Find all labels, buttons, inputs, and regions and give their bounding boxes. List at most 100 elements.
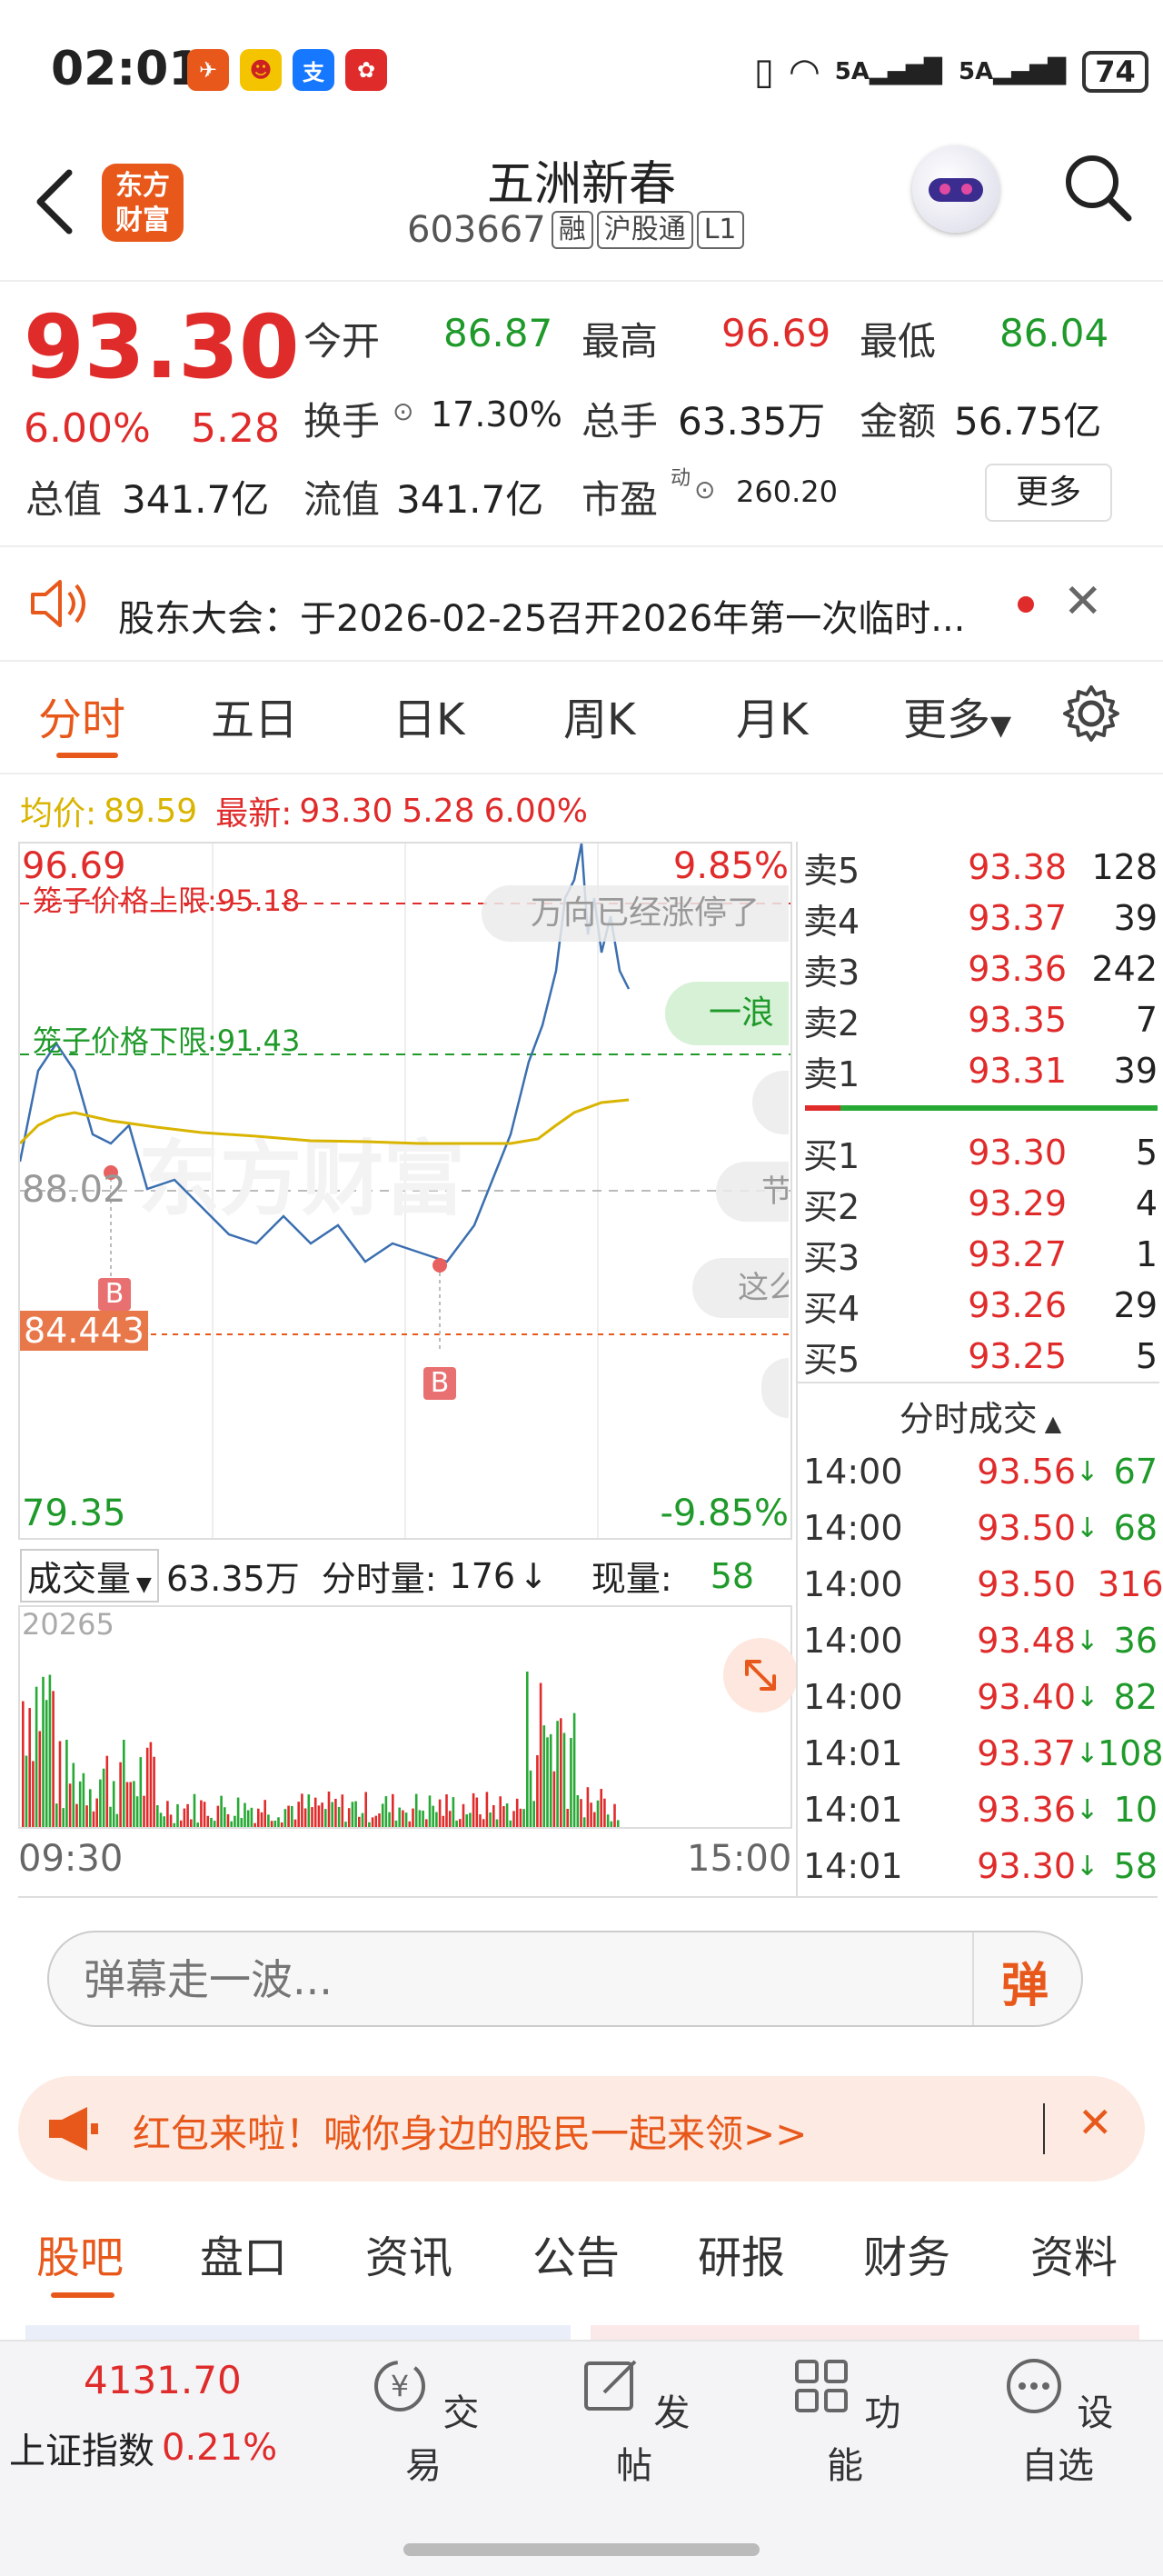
volume-bar (213, 1821, 216, 1827)
volume-bar (270, 1821, 273, 1827)
volume-bar (512, 1811, 515, 1827)
nav-functions[interactable]: 功能 (772, 2354, 918, 2489)
buy-marker[interactable]: B (98, 1278, 131, 1311)
comment-bubble[interactable]: 万向已经涨停了 (482, 885, 789, 942)
minute-volume-label: 分时量: (321, 1559, 437, 1599)
close-icon[interactable]: ✕ (1078, 2098, 1113, 2147)
tab-news[interactable]: 资讯 (365, 2222, 452, 2285)
tab-weekly-k[interactable]: 周K (563, 684, 635, 747)
tab-intraday[interactable]: 分时 (38, 684, 125, 747)
banner-text: 红包来啦！喊你身边的股民一起来领>> (133, 2112, 808, 2156)
volume-label: 总手 (582, 399, 659, 444)
comment-bubble[interactable]: 节 (716, 1162, 789, 1222)
tab-forum[interactable]: 股吧 (36, 2222, 124, 2285)
latest-change: 5.28 (402, 792, 475, 830)
robot-assistant-icon[interactable] (912, 145, 999, 233)
tab-five-day[interactable]: 五日 (211, 684, 298, 747)
volume-bar (576, 1794, 580, 1827)
trade-row: 14:00 93.56 ↓ 67 (803, 1452, 1158, 1492)
volume-chart[interactable]: 20265 (18, 1605, 798, 1829)
tab-profile[interactable]: 资料 (1030, 2222, 1118, 2285)
volume-bar (72, 1762, 75, 1827)
volume-bar (244, 1802, 246, 1827)
info-icon[interactable]: ⊙ (694, 474, 715, 504)
intraday-chart[interactable]: 东方财富 96.69 9.85% 笼子价格上限:95.18 笼子价格下限:91.… (18, 842, 792, 1540)
trades-title[interactable]: 分时成交 ▲ (803, 1391, 1158, 1441)
volume-bar (381, 1803, 384, 1827)
volume-bar (613, 1803, 616, 1827)
nav-post[interactable]: 发帖 (562, 2354, 707, 2489)
nav-trade[interactable]: ¥ 交易 (351, 2354, 496, 2489)
volume-bar (236, 1797, 240, 1827)
volume-bar (92, 1811, 95, 1827)
volume-bar (556, 1721, 559, 1827)
promo-banner[interactable]: 红包来啦！喊你身边的股民一起来领>> ✕ (18, 2076, 1145, 2182)
more-button[interactable]: 更多 (985, 464, 1112, 522)
volume-bar (153, 1756, 155, 1827)
volume-bar (482, 1819, 485, 1827)
tab-monthly-k[interactable]: 月K (736, 684, 808, 747)
volume-bar (240, 1818, 244, 1827)
current-volume-value: 58 (710, 1555, 755, 1596)
volume-bar (143, 1795, 145, 1827)
volume-bar (145, 1747, 149, 1827)
tab-handicap[interactable]: 盘口 (200, 2222, 287, 2285)
volume-bar (378, 1813, 381, 1827)
speaker-icon (31, 580, 85, 627)
tab-financials[interactable]: 财务 (863, 2222, 950, 2285)
volume-bar (112, 1781, 115, 1827)
volume-bar (119, 1762, 122, 1827)
more-circle-icon (1006, 2359, 1061, 2413)
search-icon[interactable] (1063, 153, 1132, 222)
volume-bar (408, 1821, 412, 1827)
volume-bar (210, 1817, 213, 1827)
index-info[interactable]: 上证指数 0.21% (9, 2421, 277, 2474)
tab-announcements[interactable]: 公告 (532, 2222, 620, 2285)
volume-bar (502, 1806, 505, 1827)
volume-bar (123, 1740, 125, 1827)
mid-price: 88.02 (22, 1169, 126, 1211)
volume-bar (412, 1808, 414, 1827)
volume-bar (260, 1812, 263, 1827)
comment-bubble[interactable]: 这么 (692, 1258, 789, 1318)
comment-bubble[interactable]: 一浪 (665, 982, 789, 1045)
ask-row: 卖2 93.35 7 (803, 1000, 1158, 1043)
volume-bar (176, 1803, 179, 1827)
nav-watchlist[interactable]: 设自选 (985, 2354, 1130, 2489)
info-icon[interactable]: ⊙ (393, 396, 413, 426)
low-label: 最低 (860, 319, 937, 364)
settings-gear-icon[interactable] (1061, 684, 1121, 744)
tab-daily-k[interactable]: 日K (393, 684, 464, 747)
trade-row: 14:00 93.50 316 (803, 1564, 1163, 1604)
volume-bar (334, 1798, 337, 1827)
volume-bar (149, 1742, 153, 1827)
volume-bar (404, 1812, 408, 1827)
volume-bar (25, 1755, 28, 1827)
danmaku-input[interactable] (82, 1949, 958, 2011)
volume-bar (307, 1794, 311, 1827)
volume-bar (28, 1708, 31, 1827)
volume-bar (515, 1798, 519, 1827)
tab-more[interactable]: 更多▼ (903, 684, 1011, 747)
volume-bar (509, 1820, 512, 1827)
volume-bar (347, 1808, 351, 1827)
trade-row: 14:00 93.40 ↓ 82 (803, 1677, 1158, 1717)
volume-dropdown[interactable]: 成交量 ▼ (20, 1549, 159, 1603)
volume-bar (159, 1812, 163, 1827)
back-icon[interactable] (33, 165, 78, 238)
svg-text:¥: ¥ (390, 2369, 408, 2403)
close-icon[interactable]: ✕ (1063, 574, 1103, 629)
danmaku-send-button[interactable]: 弹 (1001, 1947, 1049, 2015)
expand-icon[interactable] (723, 1638, 798, 1712)
volume-bar (42, 1676, 45, 1827)
index-value[interactable]: 4131.70 (84, 2358, 242, 2402)
buy-marker[interactable]: B (423, 1367, 456, 1400)
volume-bar (519, 1808, 522, 1827)
volume-bar (52, 1691, 55, 1827)
volume-bar (388, 1812, 391, 1827)
volume-bar (45, 1700, 48, 1827)
volume-bar (448, 1811, 452, 1827)
pe-superscript: 动 (671, 467, 691, 490)
tab-research[interactable]: 研报 (698, 2222, 785, 2285)
mktcap-label: 总值 (25, 477, 103, 522)
